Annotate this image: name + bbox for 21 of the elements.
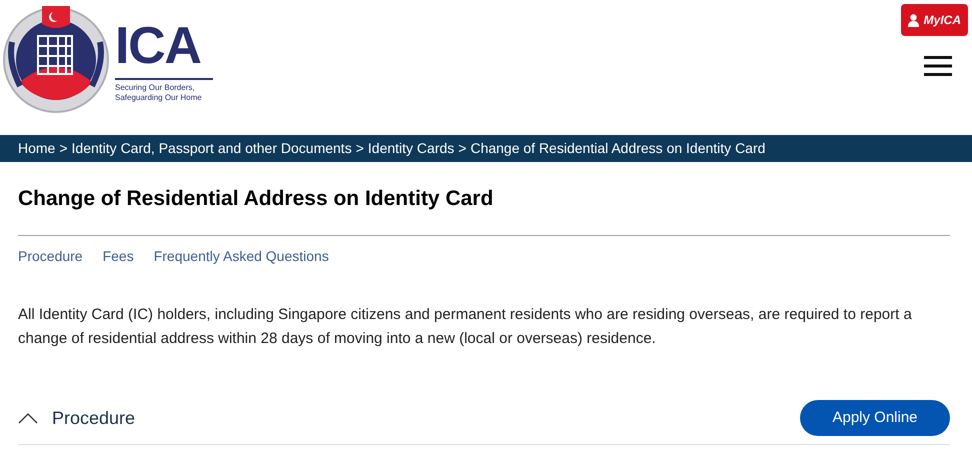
- breadcrumb-link[interactable]: Change of Residential Address on Identity Card: [470, 138, 766, 159]
- accordion-header[interactable]: Procedure: [18, 404, 136, 432]
- logo-tagline: Securing Our Borders,: [115, 83, 196, 93]
- logo-wordmark: ICA: [115, 20, 202, 72]
- breadcrumb-separator: >: [458, 139, 466, 158]
- logo-tagline: Safeguarding Our Home: [115, 93, 203, 103]
- breadcrumb-link[interactable]: Identity Card, Passport and other Documents: [72, 138, 352, 159]
- section-link[interactable]: Frequently Asked Questions: [154, 246, 329, 267]
- apply-online-button[interactable]: Apply Online: [800, 400, 950, 436]
- breadcrumb-separator: >: [356, 139, 364, 158]
- page-title: Change of Residential Address on Identity Card: [18, 186, 494, 212]
- intro-paragraph: All Identity Card (IC) holders, including Singapore citizens and permanent residents who are residing overseas, are required to report a change of residential address within 28 days of moving into a new (local or overseas) residence.: [18, 305, 913, 349]
- breadcrumb-separator: >: [59, 139, 68, 158]
- chevron-up-icon: [18, 412, 38, 424]
- section-link[interactable]: Procedure: [18, 246, 83, 267]
- breadcrumb-link[interactable]: Home: [18, 138, 56, 159]
- myica-button[interactable]: MyICA: [900, 4, 968, 36]
- person-icon: [908, 14, 919, 26]
- breadcrumb-link[interactable]: Identity Cards: [368, 138, 454, 159]
- section-link[interactable]: Fees: [102, 246, 134, 267]
- menu-icon[interactable]: [924, 56, 952, 76]
